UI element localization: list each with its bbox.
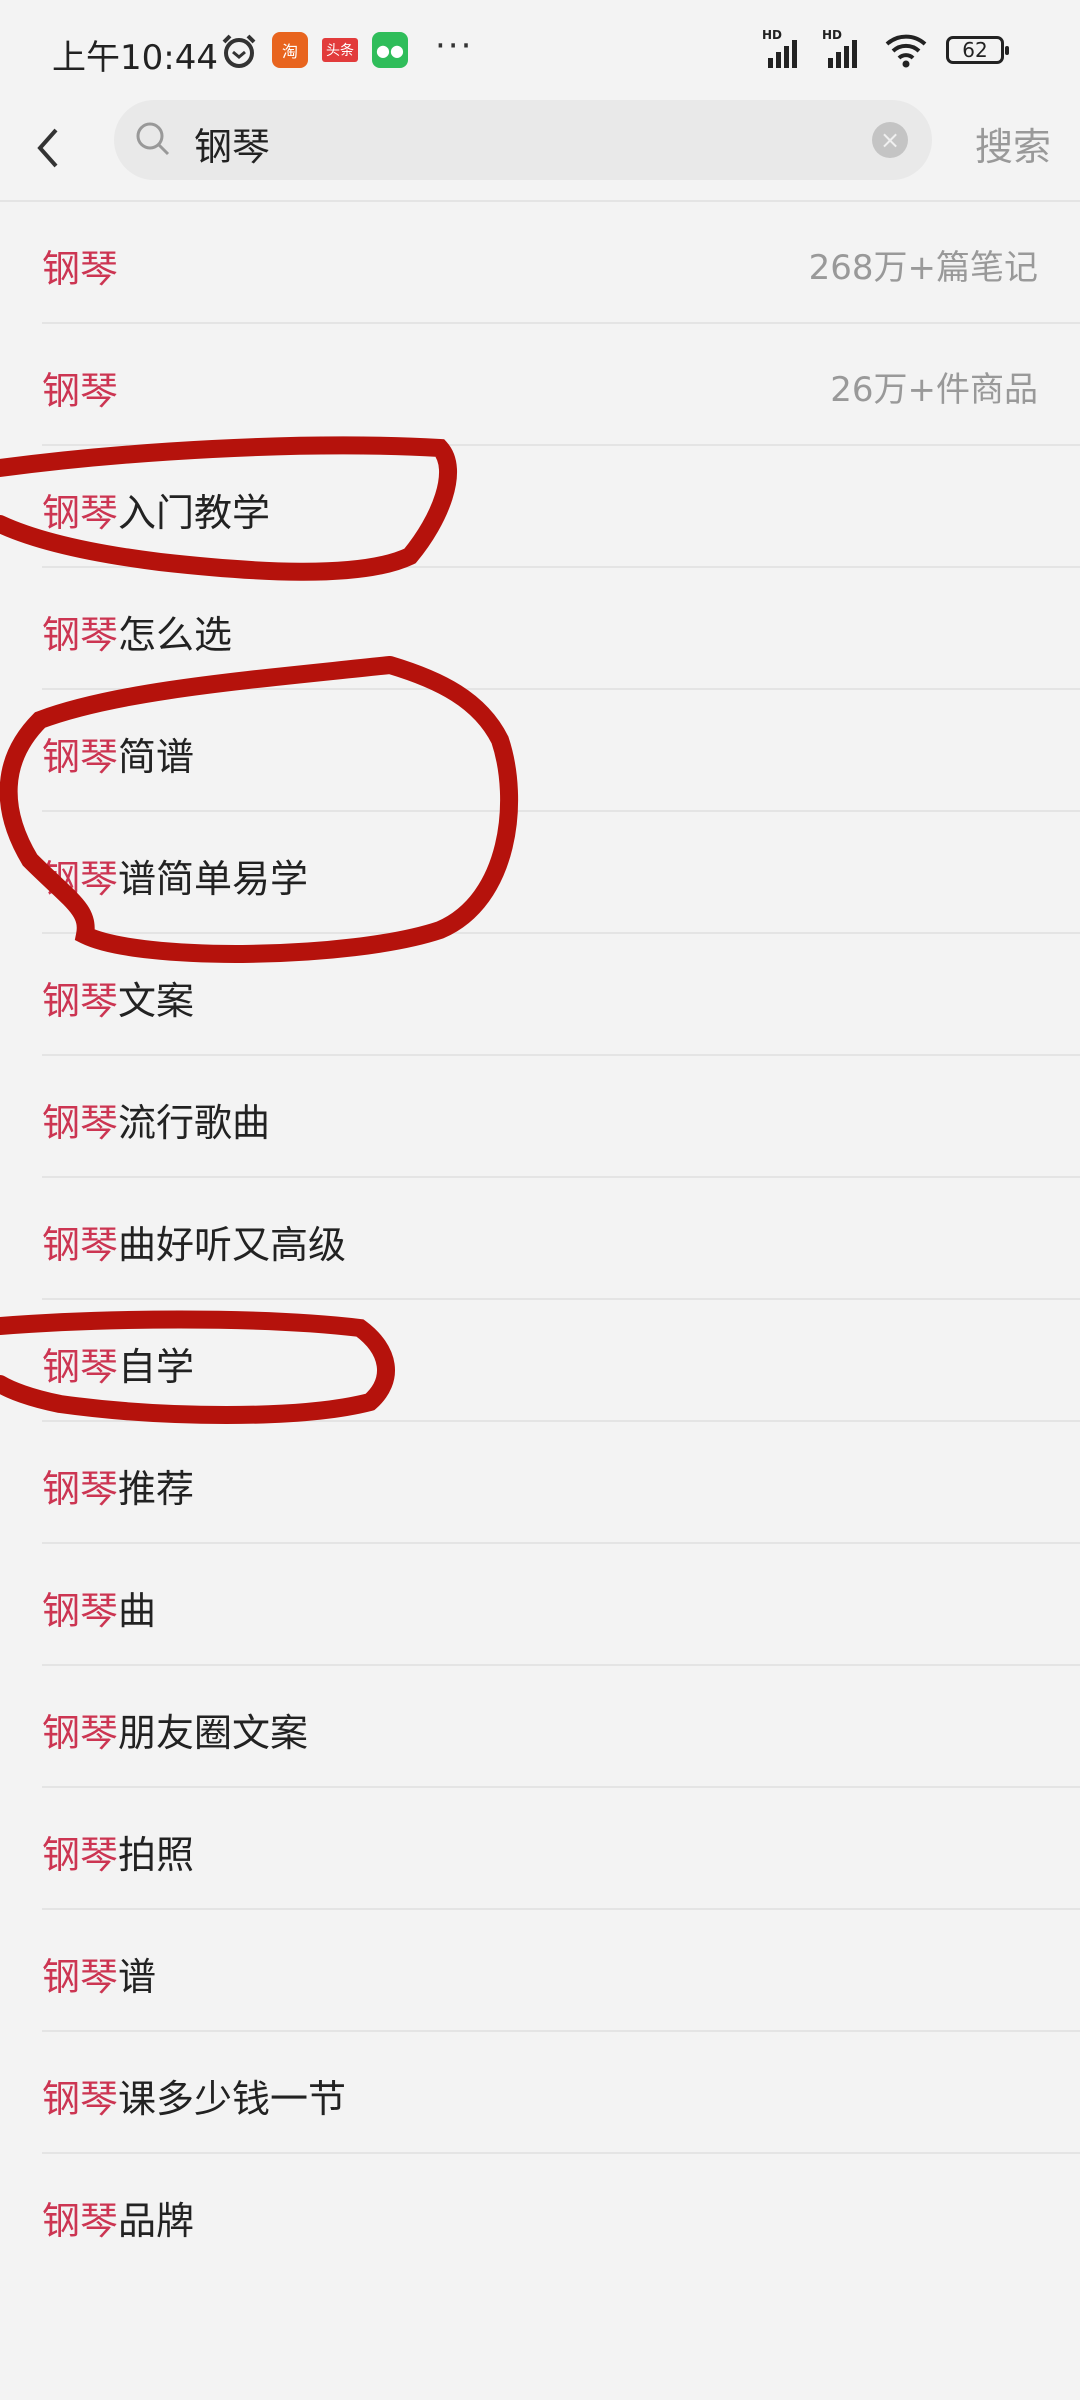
suggestion-suffix: 推荐 xyxy=(118,1467,195,1511)
toutiao-icon: 头条 xyxy=(322,38,358,62)
suggestion-label: 钢琴拍照 xyxy=(42,1824,194,1879)
search-button[interactable]: 搜索 xyxy=(975,116,1051,171)
suggestion-keyword: 钢琴 xyxy=(42,857,119,901)
suggestion-suffix: 拍照 xyxy=(118,1833,195,1877)
search-icon xyxy=(136,122,170,156)
suggestion-keyword: 钢琴 xyxy=(42,1101,119,1145)
suggestion-keyword: 钢琴 xyxy=(42,735,119,779)
suggestion-suffix: 谱简单易学 xyxy=(118,857,309,901)
suggestion-label: 钢琴 xyxy=(42,360,118,415)
alarm-icon xyxy=(222,34,256,68)
suggestion-suffix: 文案 xyxy=(118,979,195,1023)
search-input[interactable]: 钢琴 × xyxy=(114,100,932,180)
suggestion-keyword: 钢琴 xyxy=(42,1955,119,1999)
suggestion-keyword: 钢琴 xyxy=(42,613,119,657)
suggestion-suffix: 品牌 xyxy=(118,2199,195,2243)
suggestion-suffix: 入门教学 xyxy=(118,491,271,535)
suggestion-item[interactable]: 钢琴自学 xyxy=(42,1298,1080,1420)
suggestion-item[interactable]: 钢琴简谱 xyxy=(42,688,1080,810)
clock: 上午10:44 xyxy=(52,38,218,78)
suggestion-keyword: 钢琴 xyxy=(42,1467,119,1511)
suggestion-item[interactable]: 钢琴怎么选 xyxy=(42,566,1080,688)
suggestion-item[interactable]: 钢琴朋友圈文案 xyxy=(42,1664,1080,1786)
suggestion-label: 钢琴推荐 xyxy=(42,1458,194,1513)
suggestion-keyword: 钢琴 xyxy=(42,1833,119,1877)
suggestion-label: 钢琴流行歌曲 xyxy=(42,1092,270,1147)
suggestion-label: 钢琴曲 xyxy=(42,1580,156,1635)
signal-icon xyxy=(828,32,857,68)
battery-icon: 62 xyxy=(946,36,1009,64)
more-notifications-icon: ··· xyxy=(435,26,474,66)
suggestion-list: 钢琴 268万+篇笔记 钢琴 26万+件商品 钢琴入门教学 钢琴怎么选 钢琴简谱 钢琴谱简单易… xyxy=(0,200,1080,2274)
suggestion-suffix: 怎么选 xyxy=(118,613,233,657)
suggestion-item[interactable]: 钢琴流行歌曲 xyxy=(42,1054,1080,1176)
suggestion-suffix: 简谱 xyxy=(118,735,195,779)
suggestion-suffix: 流行歌曲 xyxy=(118,1101,271,1145)
result-count: 268万+篇笔记 xyxy=(808,248,1038,288)
result-count: 26万+件商品 xyxy=(830,370,1038,410)
suggestion-keyword: 钢琴 xyxy=(42,1589,119,1633)
search-query: 钢琴 xyxy=(194,125,271,169)
status-bar: 上午10:44 淘 头条 ●● ··· HD HD 62 xyxy=(0,0,1080,100)
suggestion-keyword: 钢琴 xyxy=(42,1345,119,1389)
suggestion-label: 钢琴品牌 xyxy=(42,2190,194,2245)
suggestion-label: 钢琴课多少钱一节 xyxy=(42,2068,346,2123)
suggestion-label: 钢琴谱 xyxy=(42,1946,156,2001)
suggestion-item[interactable]: 钢琴文案 xyxy=(42,932,1080,1054)
suggestion-suffix: 朋友圈文案 xyxy=(118,1711,309,1755)
suggestion-keyword: 钢琴 xyxy=(42,2077,119,2121)
suggestion-suffix: 谱 xyxy=(118,1955,157,1999)
suggestion-label: 钢琴自学 xyxy=(42,1336,194,1391)
suggestion-item[interactable]: 钢琴曲好听又高级 xyxy=(42,1176,1080,1298)
suggestion-label: 钢琴怎么选 xyxy=(42,604,232,659)
back-button[interactable] xyxy=(28,118,68,178)
suggestion-keyword: 钢琴 xyxy=(42,1711,119,1755)
suggestion-label: 钢琴文案 xyxy=(42,970,194,1025)
suggestion-label: 钢琴朋友圈文案 xyxy=(42,1702,308,1757)
suggestion-suffix: 曲好听又高级 xyxy=(118,1223,347,1267)
suggestion-label: 钢琴入门教学 xyxy=(42,482,270,537)
suggestion-label: 钢琴 xyxy=(42,238,118,293)
signal-icon xyxy=(768,32,797,68)
suggestion-item[interactable]: 钢琴品牌 xyxy=(42,2152,1080,2274)
suggestion-keyword: 钢琴 xyxy=(42,979,119,1023)
suggestion-label: 钢琴简谱 xyxy=(42,726,194,781)
suggestion-item[interactable]: 钢琴曲 xyxy=(42,1542,1080,1664)
search-bar: 钢琴 × 搜索 xyxy=(0,100,1080,200)
suggestion-keyword: 钢琴 xyxy=(42,1223,119,1267)
wechat-icon: ●● xyxy=(372,32,408,68)
suggestion-keyword: 钢琴 xyxy=(42,2199,119,2243)
suggestion-item[interactable]: 钢琴课多少钱一节 xyxy=(42,2030,1080,2152)
wifi-icon xyxy=(885,34,927,68)
suggestion-keyword: 钢琴 xyxy=(42,491,119,535)
suggestion-item[interactable]: 钢琴谱简单易学 xyxy=(42,810,1080,932)
suggestion-item[interactable]: 钢琴拍照 xyxy=(42,1786,1080,1908)
taobao-icon: 淘 xyxy=(272,32,308,68)
suggestion-keyword: 钢琴 xyxy=(42,369,119,413)
suggestion-label: 钢琴曲好听又高级 xyxy=(42,1214,346,1269)
suggestion-item[interactable]: 钢琴推荐 xyxy=(42,1420,1080,1542)
suggestion-suffix: 课多少钱一节 xyxy=(118,2077,347,2121)
toutiao-text: 头条 xyxy=(326,43,354,59)
suggestion-label: 钢琴谱简单易学 xyxy=(42,848,308,903)
suggestion-item[interactable]: 钢琴入门教学 xyxy=(42,444,1080,566)
suggestion-keyword: 钢琴 xyxy=(42,247,119,291)
suggestion-item[interactable]: 钢琴谱 xyxy=(42,1908,1080,2030)
suggestion-suffix: 自学 xyxy=(118,1345,195,1389)
suggestion-item[interactable]: 钢琴 268万+篇笔记 xyxy=(0,200,1080,322)
clear-icon[interactable]: × xyxy=(872,122,908,158)
suggestion-suffix: 曲 xyxy=(118,1589,157,1633)
suggestion-item[interactable]: 钢琴 26万+件商品 xyxy=(42,322,1080,444)
